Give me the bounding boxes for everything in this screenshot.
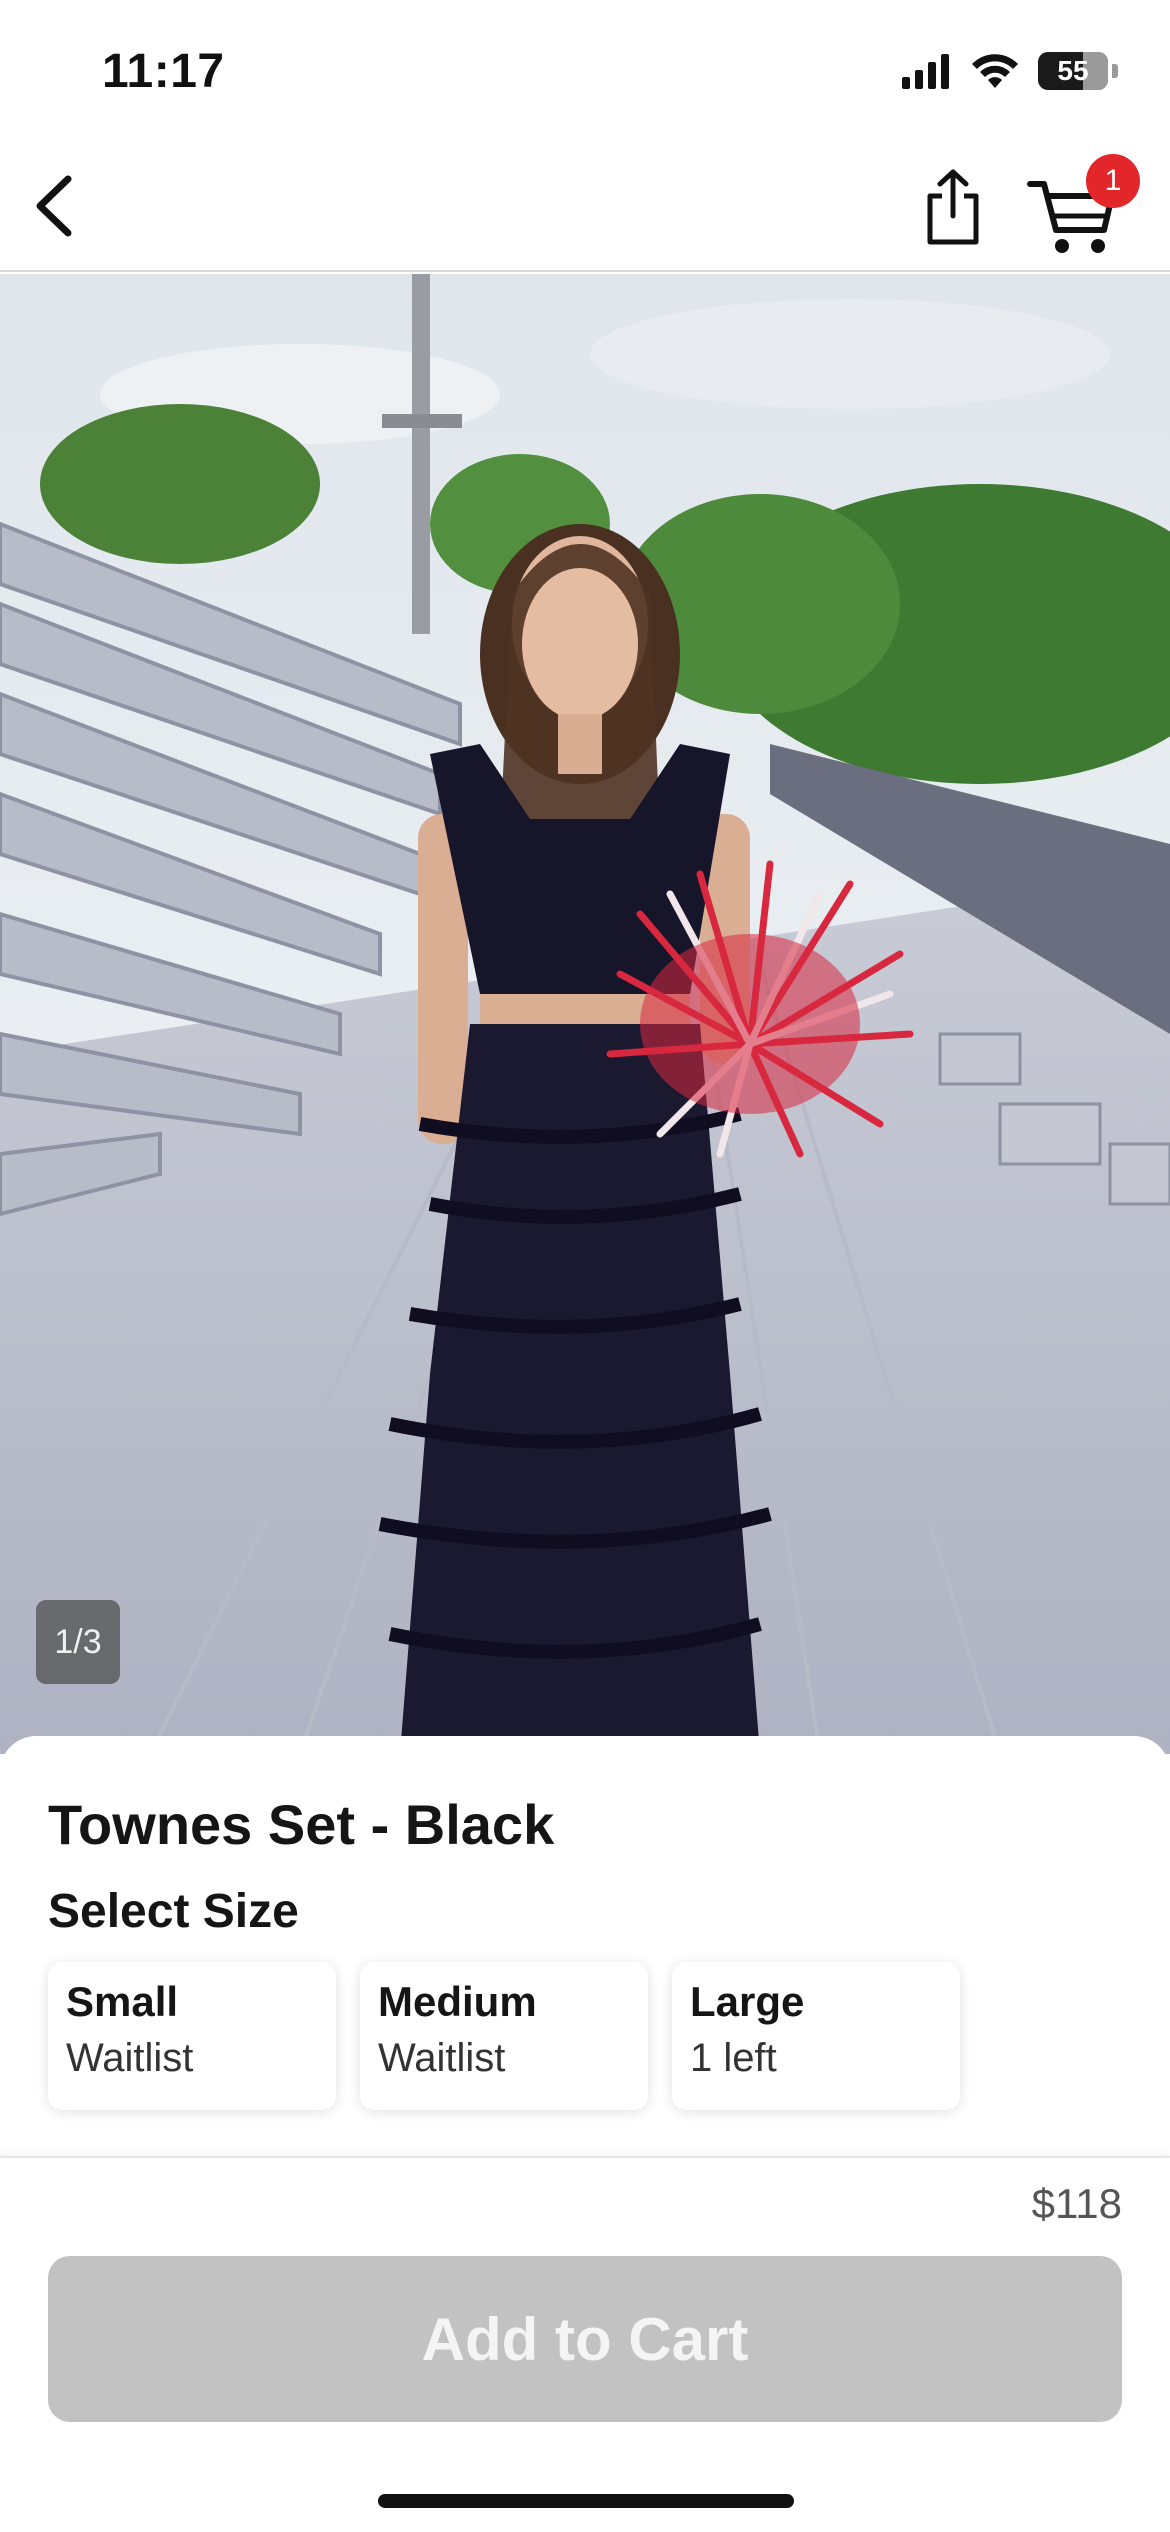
battery-nub <box>1112 64 1118 78</box>
status-bar: 11:17 55 <box>0 0 1170 140</box>
signal-icon <box>902 54 949 89</box>
size-status: Waitlist <box>378 2036 506 2080</box>
share-icon <box>927 169 979 245</box>
chevron-left-icon <box>36 175 72 237</box>
share-button[interactable] <box>912 162 994 252</box>
status-time: 11:17 <box>102 45 225 98</box>
size-options: Small Waitlist Medium Waitlist Large 1 l… <box>48 1962 960 2110</box>
size-status: Waitlist <box>66 2036 194 2080</box>
size-name: Small <box>66 1978 179 2025</box>
status-icons: 55 <box>900 52 1118 90</box>
product-title: Townes Set - Black <box>48 1793 555 1856</box>
image-counter: 1/3 <box>36 1600 120 1684</box>
nav-bar: 1 <box>0 140 1170 272</box>
size-option-medium[interactable]: Medium Waitlist <box>360 1962 648 2110</box>
size-option-large[interactable]: Large 1 left <box>672 1962 960 2110</box>
size-option-small[interactable]: Small Waitlist <box>48 1962 336 2110</box>
size-heading: Select Size <box>48 1885 299 1938</box>
cart-button[interactable]: 1 <box>1026 154 1140 260</box>
size-status: 1 left <box>690 2036 777 2080</box>
bottom-bar: $118 Add to Cart <box>0 2156 1170 2532</box>
product-image[interactable] <box>0 274 1170 1754</box>
add-to-cart-button[interactable]: Add to Cart <box>48 2256 1122 2422</box>
product-photo <box>0 274 1170 1754</box>
size-name: Medium <box>378 1978 537 2025</box>
product-info-sheet: Townes Set - Black Select Size Small Wai… <box>0 1736 1170 2156</box>
back-button[interactable] <box>14 166 94 246</box>
battery-level: 55 <box>1057 55 1089 86</box>
product-price: $118 <box>1031 2180 1122 2227</box>
size-name: Large <box>690 1978 805 2025</box>
wifi-icon <box>972 54 1018 88</box>
home-indicator[interactable] <box>378 2494 794 2508</box>
battery-icon: 55 <box>1038 52 1108 90</box>
cart-count-badge: 1 <box>1086 154 1140 208</box>
